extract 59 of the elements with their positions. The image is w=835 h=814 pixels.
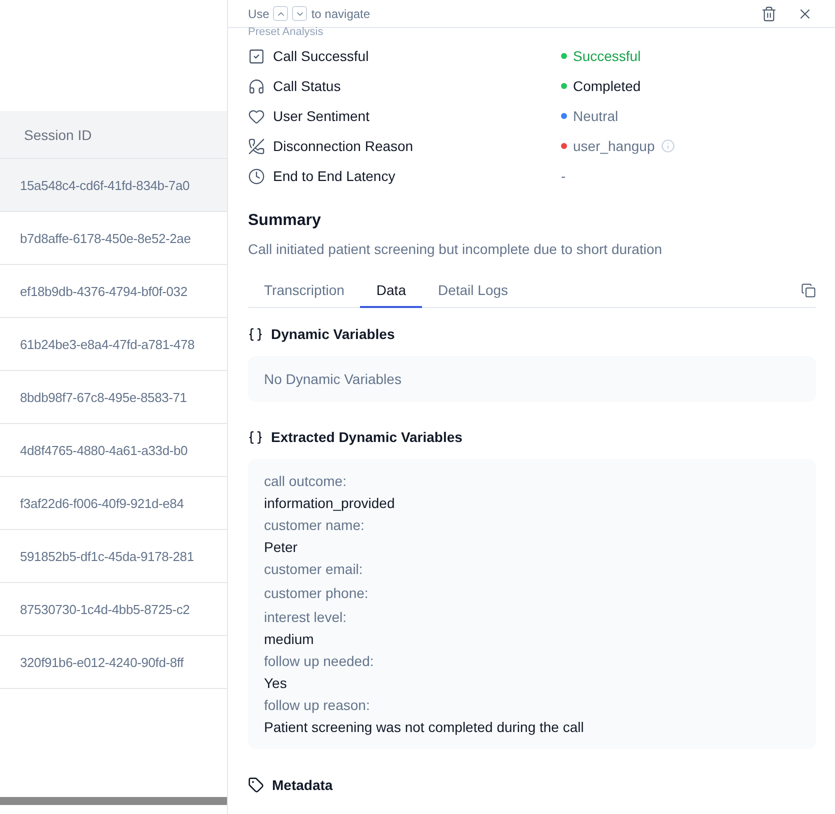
variable-value: Patient screening was not completed during the call — [264, 718, 585, 737]
session-id-cell: 4d8f4765-4880-4a61-a33d-b0 — [20, 442, 188, 458]
variable-name: customer phone: — [264, 584, 370, 603]
column-header: Session ID — [24, 126, 92, 142]
tab[interactable]: Data — [360, 274, 422, 308]
analysis-label: User Sentiment — [273, 108, 370, 124]
section-title: Dynamic Variables — [271, 326, 395, 342]
variable-name: follow up reason: — [264, 696, 371, 715]
analysis-value: Successful — [573, 48, 641, 64]
tag-icon — [248, 777, 264, 793]
session-id-cell: ef18b9db-4376-4794-bf0f-032 — [20, 284, 188, 298]
analysis-label: Call Status — [273, 78, 341, 94]
navigate-hint: to navigate — [311, 6, 370, 20]
tab[interactable]: Detail Logs — [422, 274, 524, 308]
analysis-value: Neutral — [573, 108, 618, 124]
section-title: Extracted Dynamic Variables — [271, 429, 462, 445]
variable-name: customer email: — [264, 560, 364, 579]
section-label: Preset Analysis — [248, 26, 324, 38]
session-id-cell: 87530730-1c4d-4bb5-8725-c2 — [20, 602, 190, 616]
analysis-value: Completed — [573, 78, 641, 94]
session-id-cell: 15a548c4-cd6f-41fd-834b-7a0 — [20, 178, 190, 192]
empty-message: No Dynamic Variables — [264, 370, 402, 389]
braces-icon — [248, 430, 263, 444]
session-id-cell: 591852b5-df1c-45da-9178-281 — [20, 548, 194, 564]
variable-value: medium — [264, 630, 315, 649]
tab[interactable]: Transcription — [248, 274, 360, 308]
summary-title: Summary — [248, 212, 322, 230]
navigate-hint: Use — [248, 6, 270, 20]
variable-value: Peter — [264, 538, 298, 557]
up-key-icon — [273, 6, 288, 21]
copy-icon[interactable] — [801, 283, 816, 298]
session-id-cell: 61b24be3-e8a4-47fd-a781-478 — [20, 336, 195, 352]
down-key-icon — [292, 6, 308, 21]
session-id-cell: f3af22d6-f006-40f9-921d-e84 — [20, 496, 184, 510]
analysis-value: - — [561, 168, 566, 184]
scrollbar[interactable] — [0, 797, 227, 805]
analysis-value: user_hangup — [573, 138, 655, 154]
variable-value: Yes — [264, 674, 288, 693]
analysis-label: Call Successful — [273, 48, 369, 64]
delete-button[interactable] — [761, 6, 777, 22]
session-id-cell: 320f91b6-e012-4240-90fd-8ff — [20, 654, 184, 670]
phone-icon — [248, 138, 265, 154]
variable-name: interest level: — [264, 608, 348, 627]
variable-name: follow up needed: — [264, 652, 375, 671]
session-id-cell: 8bdb98f7-67c8-495e-8583-71 — [20, 390, 187, 404]
summary-text: Call initiated patient screening but incomplete due to short duration — [248, 241, 664, 257]
headphones-icon — [248, 78, 265, 94]
variable-value: information_provided — [264, 494, 396, 513]
check-icon — [248, 48, 265, 64]
heart-icon — [248, 108, 265, 124]
analysis-label: End to End Latency — [273, 168, 396, 184]
variable-name: call outcome: — [264, 472, 348, 491]
braces-icon — [248, 326, 263, 342]
section-title: Metadata — [272, 777, 333, 793]
analysis-label: Disconnection Reason — [273, 138, 414, 154]
variable-name: customer name: — [264, 516, 366, 535]
session-id-cell: b7d8affe-6178-450e-8e52-2ae — [20, 230, 191, 246]
table-row[interactable]: 15a548c4-cd6f-41fd-834b-7a0 — [0, 159, 227, 212]
clock-icon — [248, 168, 265, 184]
